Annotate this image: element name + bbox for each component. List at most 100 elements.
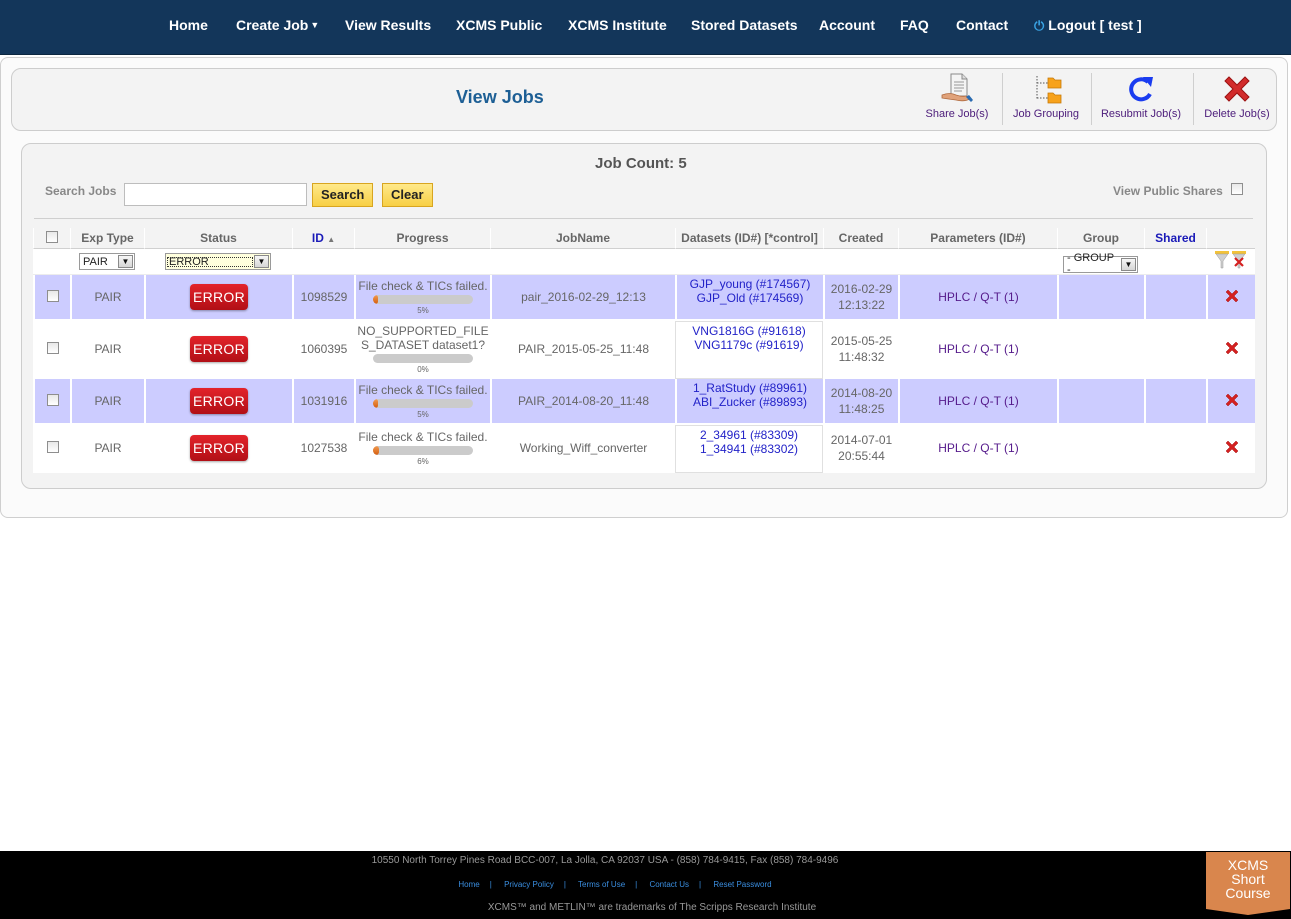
created-date: 2014-08-20 [830, 386, 893, 400]
status-filter-select[interactable]: ERROR ▼ [165, 253, 271, 270]
dataset-link[interactable]: GJP_Old (#174569) [677, 291, 823, 305]
progress-bar [373, 295, 473, 304]
row-select-cell [33, 275, 70, 321]
col-exp-type[interactable]: Exp Type [70, 228, 144, 249]
col-id[interactable]: ID ▲ [292, 228, 354, 249]
col-parameters[interactable]: Parameters (ID#) [898, 228, 1057, 249]
shared-cell [1144, 425, 1206, 473]
dataset-link[interactable]: VNG1816G (#91618) [676, 324, 822, 338]
group-cell [1057, 275, 1144, 321]
created-time: 11:48:25 [838, 402, 885, 416]
footer-link-terms-of-use[interactable]: Terms of Use [578, 880, 625, 889]
top-navigation: Home Create Job ▼ View Results XCMS Publi… [0, 0, 1291, 55]
parameters-link[interactable]: HPLC / Q-T (1) [938, 394, 1018, 408]
col-progress[interactable]: Progress [354, 228, 490, 249]
table-row[interactable]: PAIR ERROR 1031916 File check & TICs fai… [33, 379, 1255, 425]
created-cell: 2015-05-25 11:48:32 [823, 321, 898, 379]
dataset-link[interactable]: GJP_young (#174567) [677, 277, 823, 291]
select-all-checkbox[interactable] [46, 230, 58, 243]
row-select-cell [33, 425, 70, 473]
col-created[interactable]: Created [823, 228, 898, 249]
delete-row-icon[interactable] [1224, 439, 1240, 458]
col-shared[interactable]: Shared [1144, 228, 1206, 249]
nav-xcms-public[interactable]: XCMS Public [456, 17, 542, 33]
table-row[interactable]: PAIR ERROR 1098529 File check & TICs fai… [33, 275, 1255, 321]
clear-filter-icon[interactable] [1232, 251, 1247, 272]
parameters-link[interactable]: HPLC / Q-T (1) [938, 342, 1018, 356]
progress-percent: 6% [417, 457, 429, 466]
col-datasets[interactable]: Datasets (ID#) [*control] [675, 228, 823, 249]
chevron-down-icon: ▼ [254, 255, 269, 268]
job-grouping-button[interactable]: Job Grouping [1012, 72, 1080, 128]
exp-type-cell: PAIR [70, 275, 144, 321]
delete-row-icon[interactable] [1224, 288, 1240, 307]
job-id-cell: 1027538 [292, 425, 354, 473]
filter-funnel-icon[interactable] [1214, 251, 1229, 272]
footer-address: 10550 North Torrey Pines Road BCC-007, L… [371, 855, 839, 866]
col-status[interactable]: Status [144, 228, 292, 249]
footer-link-reset-password[interactable]: Reset Password [713, 880, 771, 889]
dataset-link[interactable]: ABI_Zucker (#89893) [677, 395, 823, 409]
nav-contact[interactable]: Contact [956, 17, 1008, 33]
nav-logout-label: Logout [ test ] [1048, 17, 1142, 33]
parameters-link[interactable]: HPLC / Q-T (1) [938, 441, 1018, 455]
dataset-link[interactable]: 1_34941 (#83302) [676, 442, 822, 456]
progress-message: NO_SUPPORTED_FILES_DATASET dataset1? [357, 324, 489, 352]
footer-link-home[interactable]: Home [458, 880, 479, 889]
search-jobs-label: Search Jobs [45, 184, 117, 198]
row-checkbox[interactable] [46, 289, 59, 302]
view-public-shares-checkbox[interactable] [1231, 183, 1243, 195]
row-checkbox[interactable] [46, 393, 59, 406]
footer-link-privacy-policy[interactable]: Privacy Policy [504, 880, 554, 889]
resubmit-jobs-button[interactable]: Resubmit Job(s) [1100, 72, 1182, 128]
created-date: 2015-05-25 [830, 334, 893, 348]
parameters-cell: HPLC / Q-T (1) [898, 425, 1057, 473]
nav-faq[interactable]: FAQ [900, 17, 929, 33]
nav-stored-datasets[interactable]: Stored Datasets [691, 17, 798, 33]
exp-type-cell: PAIR [70, 425, 144, 473]
dataset-link[interactable]: VNG1179c (#91619) [676, 338, 822, 352]
table-row[interactable]: PAIR ERROR 1060395 NO_SUPPORTED_FILES_DA… [33, 321, 1255, 379]
share-jobs-button[interactable]: Share Job(s) [924, 72, 990, 128]
footer-trademark: XCMS™ and METLIN™ are trademarks of The … [487, 902, 817, 913]
delete-jobs-button[interactable]: Delete Job(s) [1203, 72, 1271, 128]
created-time: 12:13:22 [838, 298, 885, 312]
sort-ascending-icon: ▲ [327, 235, 336, 244]
nav-create-job[interactable]: Create Job ▼ [236, 17, 319, 33]
search-jobs-input[interactable] [124, 183, 307, 206]
created-date: 2016-02-29 [830, 282, 893, 296]
nav-view-results[interactable]: View Results [345, 17, 431, 33]
row-checkbox[interactable] [46, 341, 59, 354]
clear-button[interactable]: Clear [382, 183, 433, 207]
status-badge[interactable]: ERROR [190, 388, 248, 414]
nav-create-job-label: Create Job [236, 17, 309, 33]
job-id-cell: 1098529 [292, 275, 354, 321]
delete-row-icon[interactable] [1224, 340, 1240, 359]
share-jobs-label: Share Job(s) [925, 108, 989, 120]
nav-logout[interactable]: ⏻ Logout [ test ] [1034, 17, 1142, 34]
progress-percent: 5% [417, 410, 429, 419]
status-badge[interactable]: ERROR [190, 435, 248, 461]
xcms-short-course-banner[interactable]: XCMS Short Course [1206, 852, 1290, 915]
progress-message: File check & TICs failed. [358, 430, 488, 444]
dataset-link[interactable]: 1_RatStudy (#89961) [677, 381, 823, 395]
footer-link-contact-us[interactable]: Contact Us [649, 880, 689, 889]
status-badge[interactable]: ERROR [190, 336, 248, 362]
search-button[interactable]: Search [312, 183, 374, 207]
exp-type-filter-select[interactable]: PAIR ▼ [79, 253, 135, 270]
created-time: 20:55:44 [838, 449, 885, 463]
delete-row-icon[interactable] [1224, 392, 1240, 411]
nav-account[interactable]: Account [819, 17, 875, 33]
dataset-link[interactable]: 2_34961 (#83309) [676, 428, 822, 442]
status-cell: ERROR [144, 425, 292, 473]
created-cell: 2014-07-01 20:55:44 [823, 425, 898, 473]
table-row[interactable]: PAIR ERROR 1027538 File check & TICs fai… [33, 425, 1255, 473]
nav-xcms-institute[interactable]: XCMS Institute [568, 17, 667, 33]
status-badge[interactable]: ERROR [190, 284, 248, 310]
col-group[interactable]: Group [1057, 228, 1144, 249]
group-filter-select[interactable]: - GROUP - ▼ [1063, 252, 1138, 276]
row-checkbox[interactable] [46, 440, 59, 453]
parameters-link[interactable]: HPLC / Q-T (1) [938, 290, 1018, 304]
nav-home[interactable]: Home [169, 17, 208, 33]
col-jobname[interactable]: JobName [490, 228, 675, 249]
